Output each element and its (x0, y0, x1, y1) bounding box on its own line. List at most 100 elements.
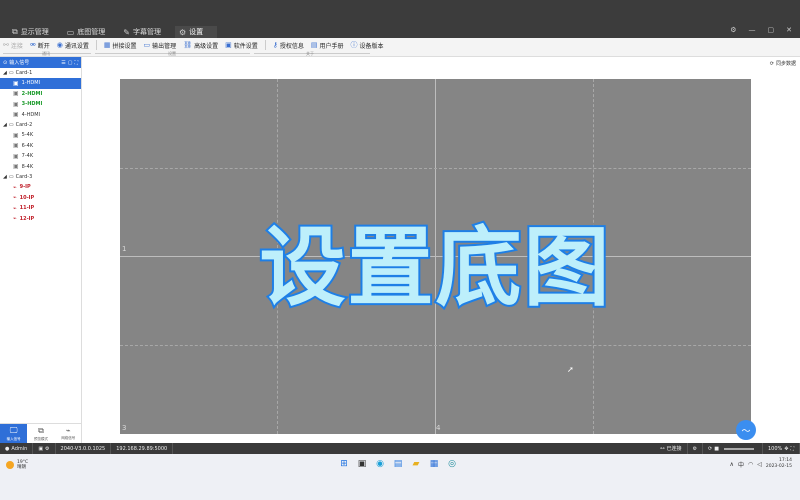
signal-item[interactable]: ▣ 7-4K (0, 151, 81, 162)
signal-item[interactable]: ▣ 6-4K (0, 141, 81, 152)
device-version-label: 设备版本 (359, 42, 384, 50)
connection-label: 已连接 (666, 446, 682, 452)
signal-icon: ▣ (13, 131, 19, 139)
tab-display-mgmt[interactable]: ⧉ 显示管理 (8, 26, 63, 38)
preview-mode-button[interactable]: ⧉ 预览模式 (27, 424, 54, 443)
fullscreen-icon[interactable]: ⛶ (74, 60, 78, 66)
main-area: ⟳ 同步数据 1 3 4 设置底图 ➚ 〜 (82, 57, 800, 443)
toolbar: ⚯ 连接 ⚮ 断开 ◉ 通讯设置 ▦ 拼接设置 ▭ 输出管理 ⛓ 高级设置 ▣ 软件设置 ⚷ 授… (0, 38, 800, 57)
edge-icon[interactable]: ◉ (374, 458, 386, 470)
signal-icon: ⌁ (13, 204, 17, 212)
overlay-caption: 设置底图 (258, 216, 612, 320)
card-icon: ▭ (8, 70, 14, 76)
fullscreen-icon[interactable]: ⛶ (790, 446, 794, 452)
ime-indicator[interactable]: 中 (738, 460, 744, 469)
signal-item[interactable]: ▣ 8-4K (0, 162, 81, 173)
gear-icon: ⚙ (692, 445, 698, 452)
software-settings-button[interactable]: ▣ 软件设置 (225, 41, 258, 50)
signal-item[interactable]: ▣ 1-HDMI (0, 78, 81, 89)
screen-label-3: 3 (122, 424, 127, 432)
collapse-icon[interactable]: ◢ (3, 122, 7, 128)
signal-label: 2-HDMI (21, 90, 43, 97)
tab-settings[interactable]: ⚙ 设置 (174, 26, 218, 38)
video-wall-canvas[interactable]: 1 3 4 设置底图 ➚ (120, 79, 751, 434)
settings-icon[interactable]: ⚙ (730, 26, 736, 34)
chevron-up-icon[interactable]: ∧ (730, 461, 734, 468)
advanced-settings-button[interactable]: ⛓ 高级设置 (183, 41, 218, 50)
collapse-icon[interactable]: ◢ (3, 174, 7, 180)
task-view-icon[interactable]: ▣ (356, 458, 368, 470)
store-icon[interactable]: ▤ (392, 458, 404, 470)
clock-date: 2023-02-15 (765, 464, 792, 469)
fit-icon[interactable]: ✥ (784, 446, 788, 452)
gear-icon[interactable]: ⚙ (45, 446, 49, 452)
input-signal-mode-button[interactable]: 🖵 输入信号 (0, 424, 28, 443)
splice-settings-label: 拼接设置 (112, 42, 137, 50)
signal-item[interactable]: ⌁ 12-IP (0, 214, 81, 225)
signal-label: 9-IP (19, 184, 31, 191)
signal-label: 11-IP (19, 205, 35, 212)
stop-icon[interactable]: ■ (714, 446, 719, 452)
license-info-button[interactable]: ⚷ 授权信息 (273, 41, 304, 50)
software-settings-label: 软件设置 (233, 42, 258, 50)
disconnect-button[interactable]: ⚮ 断开 (30, 41, 50, 50)
link-icon: ⚯ (660, 445, 665, 452)
signal-item[interactable]: ⌁ 11-IP (0, 203, 81, 214)
window-controls: ⚙ — ▢ ✕ (730, 26, 792, 34)
link-icon: ⚯ (3, 41, 9, 49)
floating-action-button[interactable]: 〜 (736, 420, 756, 440)
signal-item[interactable]: ▣ 5-4K (0, 130, 81, 141)
app-icon[interactable]: ◎ (446, 458, 458, 470)
volume-icon[interactable]: ◁ (757, 461, 762, 468)
folder-icon[interactable]: ▰ (410, 458, 422, 470)
connect-button[interactable]: ⚯ 连接 (3, 41, 23, 50)
disconnect-label: 断开 (37, 42, 50, 50)
comm-icon: ◉ (56, 41, 63, 49)
refresh-icon: ⟳ (769, 60, 774, 67)
splice-settings-button[interactable]: ▦ 拼接设置 (104, 41, 137, 50)
clock[interactable]: 17:14 2023-02-15 (766, 458, 792, 470)
tile-view-icon[interactable]: ▢ (68, 60, 73, 66)
zoom-slider[interactable] (723, 447, 754, 450)
signal-item[interactable]: ⌁ 10-IP (0, 193, 81, 204)
maximize-icon[interactable]: ▢ (768, 26, 775, 34)
monitor-icon: 🖵 (9, 425, 18, 435)
signal-item[interactable]: ⌁ 9-IP (0, 182, 81, 193)
signal-item[interactable]: ▣ 4-HDMI (0, 110, 81, 121)
user-icon: ● (5, 445, 10, 452)
tab-subtitle-mgmt[interactable]: ✎ 字幕管理 (119, 26, 175, 38)
tab-basemap-mgmt[interactable]: ▭ 底图管理 (63, 26, 120, 38)
panel-mode-switch: 🖵 输入信号 ⧉ 预览模式 ⌁ 网络信号 (0, 423, 82, 443)
minimize-icon[interactable]: — (749, 26, 756, 34)
collapse-icon[interactable]: ◢ (3, 70, 7, 76)
close-icon[interactable]: ✕ (786, 26, 792, 34)
save-icon[interactable]: ▣ (38, 446, 43, 452)
network-signal-mode-button[interactable]: ⌁ 网络信号 (55, 424, 82, 443)
wifi-icon[interactable]: ◠ (748, 461, 753, 468)
sync-label: 同步数据 (775, 61, 796, 67)
app-icon: ▣ (225, 41, 232, 49)
tree-card-3[interactable]: ◢ ▭ Card-3 (0, 172, 81, 182)
signal-item[interactable]: ▣ 2-HDMI (0, 89, 81, 100)
tree-card-1[interactable]: ◢ ▭ Card-1 (0, 68, 81, 78)
list-view-icon[interactable]: ☰ (61, 60, 65, 66)
weather-widget[interactable]: 19°C 晴朗 (6, 460, 28, 470)
output-mgmt-label: 输出管理 (152, 42, 177, 50)
comm-settings-button[interactable]: ◉ 通讯设置 (57, 41, 89, 50)
signal-icon: ▣ (13, 111, 19, 119)
sync-data-button[interactable]: ⟳ 同步数据 (769, 60, 796, 68)
tab-label: 底图管理 (77, 28, 106, 36)
output-mgmt-button[interactable]: ▭ 输出管理 (144, 41, 177, 50)
device-version-button[interactable]: ⓘ 设备版本 (351, 40, 384, 50)
signal-label: 4-HDMI (21, 111, 41, 118)
app-icon[interactable]: ▦ (428, 458, 440, 470)
signal-item[interactable]: ▣ 3-HDMI (0, 99, 81, 110)
panel-header: ⊙ 输入信号 ☰ ▢ ⛶ (0, 57, 81, 68)
display-icon: ⧉ (12, 27, 18, 36)
refresh-icon[interactable]: ⟳ (708, 446, 712, 452)
user-manual-button[interactable]: ▤ 用户手册 (311, 41, 344, 50)
signal-icon: ▣ (13, 163, 19, 171)
settings-toggle[interactable]: ⚙ (688, 443, 704, 454)
tree-card-2[interactable]: ◢ ▭ Card-2 (0, 120, 81, 130)
start-icon[interactable]: ⊞ (338, 458, 350, 470)
